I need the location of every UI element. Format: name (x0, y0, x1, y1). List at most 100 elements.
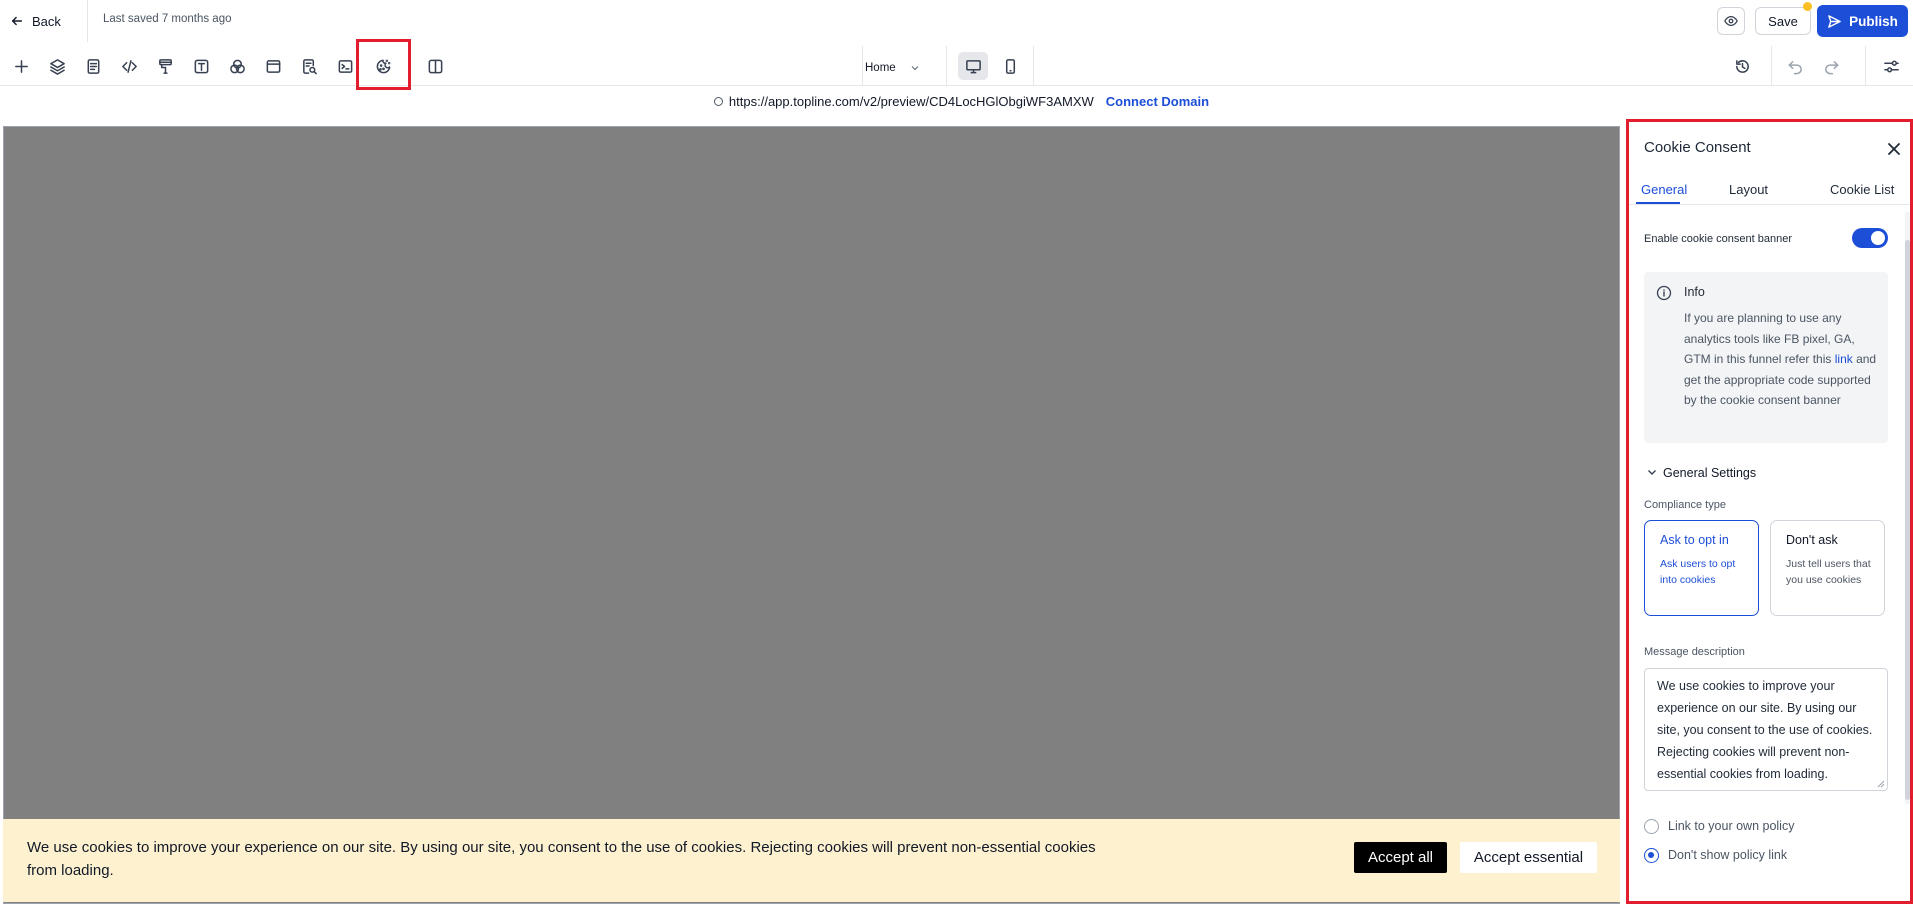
compliance-type-label: Compliance type (1644, 499, 1726, 511)
preview-button[interactable] (1717, 7, 1745, 35)
preview-url[interactable]: https://app.topline.com/v2/preview/CD4Lo… (729, 94, 1094, 109)
terminal-icon (338, 59, 352, 73)
colors-button[interactable] (223, 52, 251, 80)
option-description: Just tell users that you use cookies (1786, 558, 1871, 586)
page-selector[interactable]: Home (865, 56, 920, 80)
styles-button[interactable] (151, 52, 179, 80)
cookie-consent-banner-preview: We use cookies to improve your experienc… (3, 819, 1620, 902)
pages-button[interactable] (79, 52, 107, 80)
radio-button[interactable] (1644, 818, 1659, 834)
top-bar: Back Last saved 7 months ago Save Publis… (0, 0, 1913, 42)
page-search-icon (302, 58, 317, 74)
popup-button[interactable] (259, 52, 287, 80)
redo-icon (1824, 60, 1838, 74)
radio-label: Don't show policy link (1668, 848, 1788, 862)
radio-dont-show-policy[interactable]: Don't show policy link (1644, 846, 1787, 864)
info-text: If you are planning to use any analytics… (1684, 308, 1884, 411)
page-selector-value: Home (865, 62, 896, 74)
divider (1033, 46, 1034, 86)
panel-title: Cookie Consent (1644, 139, 1751, 156)
radio-label: Link to your own policy (1668, 819, 1795, 833)
undo-icon (1788, 60, 1802, 74)
resize-handle-icon[interactable] (1877, 780, 1885, 788)
paint-roller-icon (158, 58, 172, 74)
radio-link-own-policy[interactable]: Link to your own policy (1644, 817, 1794, 835)
tab-layout[interactable]: Layout (1729, 182, 1768, 197)
divider (1865, 46, 1866, 86)
text-icon (194, 59, 208, 73)
divider (946, 46, 947, 86)
enable-banner-toggle[interactable] (1852, 228, 1888, 248)
message-text: We use cookies to improve your experienc… (1657, 679, 1873, 781)
option-dont-ask[interactable]: Don't ask Just tell users that you use c… (1770, 520, 1885, 616)
enable-banner-label: Enable cookie consent banner (1644, 233, 1792, 245)
info-title: Info (1684, 285, 1705, 299)
split-view-button[interactable] (421, 52, 449, 80)
connect-domain-link[interactable]: Connect Domain (1106, 94, 1209, 109)
globe-icon (713, 97, 723, 106)
browser-window-icon (266, 59, 280, 73)
banner-message: We use cookies to improve your experienc… (27, 839, 1096, 879)
custom-code-button[interactable] (115, 52, 143, 80)
message-description-label: Message description (1644, 646, 1745, 658)
add-element-button[interactable] (7, 52, 35, 80)
eye-icon (1724, 15, 1738, 27)
editor-toolbar: Home (0, 46, 1913, 86)
redo-button[interactable] (1817, 52, 1845, 80)
code-icon (121, 59, 137, 73)
save-button[interactable]: Save (1755, 7, 1811, 35)
accept-essential-button[interactable]: Accept essential (1460, 842, 1597, 873)
info-callout: Info If you are planning to use any anal… (1644, 272, 1888, 443)
typography-button[interactable] (187, 52, 215, 80)
message-description-textarea[interactable]: We use cookies to improve your experienc… (1644, 668, 1888, 791)
tab-cookie-list[interactable]: Cookie List (1830, 182, 1894, 197)
option-ask-to-opt-in[interactable]: Ask to opt in Ask users to opt into cook… (1644, 520, 1759, 616)
divider (862, 46, 863, 86)
cookie-tool-highlight-box (356, 39, 411, 90)
chevron-down-icon[interactable] (1646, 466, 1658, 478)
back-label: Back (32, 13, 61, 29)
preview-url-bar: https://app.topline.com/v2/preview/CD4Lo… (0, 87, 1913, 116)
mobile-icon (1005, 58, 1015, 74)
radio-button[interactable] (1644, 847, 1659, 863)
last-saved-status: Last saved 7 months ago (103, 13, 232, 25)
layers-button[interactable] (43, 52, 71, 80)
layers-icon (49, 58, 65, 75)
arrow-left-icon (11, 16, 23, 26)
undo-button[interactable] (1781, 52, 1809, 80)
columns-icon (428, 59, 442, 73)
history-icon (1735, 59, 1749, 73)
settings-button[interactable] (1877, 52, 1905, 80)
option-title: Ask to opt in (1660, 533, 1729, 547)
sliders-icon (1883, 60, 1899, 72)
tab-general[interactable]: General (1641, 182, 1687, 197)
tracking-code-button[interactable] (331, 52, 359, 80)
close-icon[interactable] (1886, 141, 1902, 157)
panel-scrollbar-thumb[interactable] (1905, 240, 1910, 800)
seo-button[interactable] (295, 52, 323, 80)
info-icon (1656, 285, 1672, 301)
publish-button[interactable]: Publish (1817, 5, 1908, 37)
chevron-down-icon (911, 66, 919, 71)
desktop-view-button[interactable] (958, 52, 988, 80)
send-icon (1828, 14, 1841, 28)
mobile-view-button[interactable] (995, 52, 1025, 80)
active-tab-indicator (1636, 202, 1680, 204)
info-link[interactable]: link (1835, 352, 1853, 366)
accept-all-button[interactable]: Accept all (1354, 842, 1447, 873)
general-settings-heading[interactable]: General Settings (1663, 466, 1756, 480)
info-text-before: If you are planning to use any analytics… (1684, 311, 1855, 366)
toggle-knob (1871, 231, 1885, 245)
option-description: Ask users to opt into cookies (1660, 558, 1736, 586)
unsaved-indicator-dot (1803, 2, 1812, 11)
cookie-consent-panel: Cookie Consent General Layout Cookie Lis… (1626, 119, 1913, 904)
version-history-button[interactable] (1728, 52, 1756, 80)
page-canvas[interactable] (3, 126, 1620, 904)
panel-tabs: General Layout Cookie List (1629, 172, 1910, 205)
color-palette-icon (229, 59, 245, 73)
option-title: Don't ask (1786, 533, 1838, 547)
desktop-icon (965, 59, 981, 73)
add-icon (14, 59, 28, 73)
back-button[interactable]: Back (10, 10, 61, 32)
divider (87, 0, 88, 42)
